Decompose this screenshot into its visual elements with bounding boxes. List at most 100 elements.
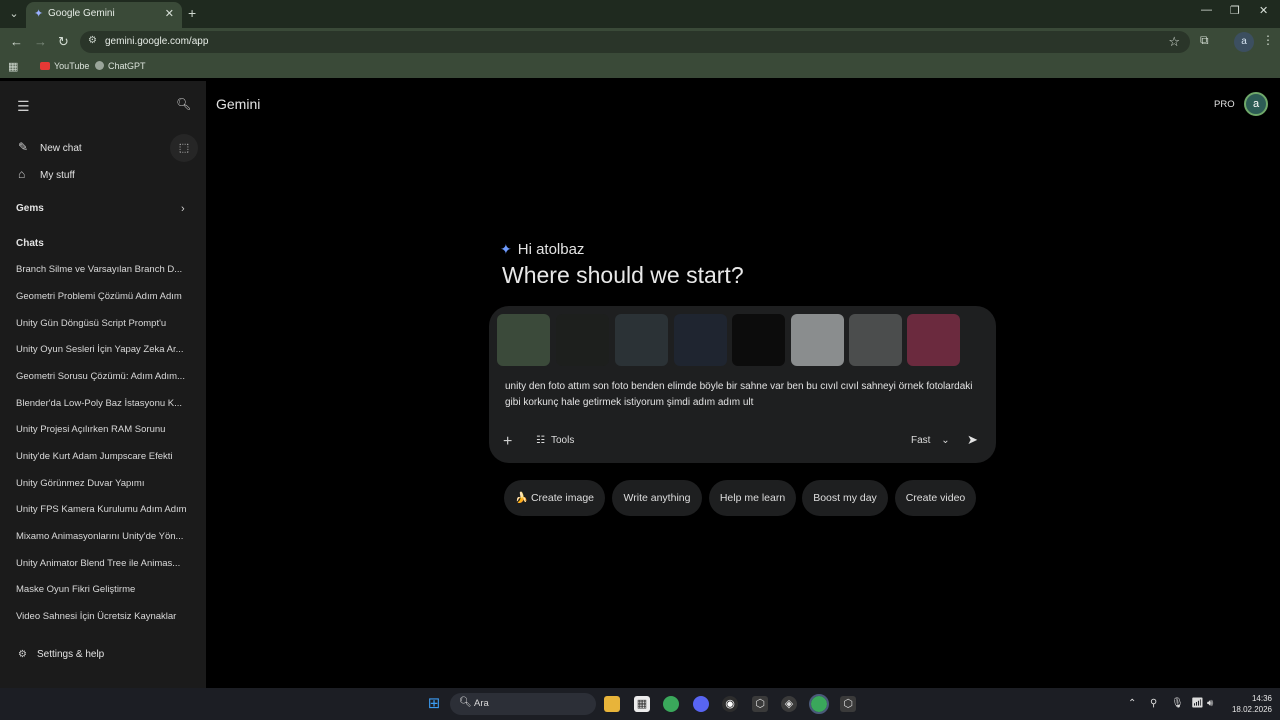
- app-title[interactable]: Gemini: [216, 96, 260, 112]
- settings-label: Settings & help: [36, 649, 105, 660]
- minimize-icon[interactable]: —: [1201, 4, 1212, 16]
- tools-button[interactable]: ☷ Tools: [536, 435, 574, 446]
- windows-taskbar: ⊞ 🔍︎ Ara ▦ ◉ ⬡ ◈ ⬡ ⌃ ⚲ 🎙︎ 📶︎ 🔊︎ 14:36 18…: [0, 688, 1280, 720]
- chip-create-video[interactable]: Create video: [895, 480, 976, 516]
- url-text[interactable]: gemini.google.com/app: [105, 36, 208, 47]
- attachment-thumbnail[interactable]: [791, 314, 844, 366]
- chrome-active-icon[interactable]: [809, 694, 829, 714]
- chat-item[interactable]: Mixamo Animasyonlarını Unity'de Yön...: [16, 530, 192, 544]
- chats-header: Chats: [16, 238, 44, 249]
- tab-search-chevron-icon[interactable]: ⌄: [6, 6, 22, 22]
- chat-item[interactable]: Geometri Sorusu Çözümü: Adım Adım...: [16, 370, 192, 384]
- wifi-icon[interactable]: 📶︎: [1191, 698, 1204, 709]
- send-arrow-icon[interactable]: ➤: [967, 432, 978, 448]
- bookmark-star-icon[interactable]: ☆: [1168, 34, 1180, 50]
- chip-create-image[interactable]: 🍌 Create image: [504, 480, 605, 516]
- model-mode-selector[interactable]: Fast ⌄: [911, 435, 950, 446]
- back-arrow-icon[interactable]: ←: [10, 34, 23, 49]
- omnibox[interactable]: ⚙ gemini.google.com/app ☆: [80, 31, 1190, 53]
- account-avatar[interactable]: a: [1244, 92, 1268, 116]
- chat-item[interactable]: Unity Görünmez Duvar Yapımı: [16, 477, 192, 491]
- site-info-icon[interactable]: ⚙: [88, 35, 97, 46]
- add-attachment-plus-icon[interactable]: +: [503, 433, 512, 451]
- chat-item[interactable]: Unity FPS Kamera Kurulumu Adım Adım: [16, 503, 192, 517]
- bookmark-youtube[interactable]: YouTube: [40, 61, 89, 71]
- chat-item[interactable]: Blender'da Low-Poly Baz İstasyonu K...: [16, 397, 192, 411]
- store-icon[interactable]: ▦: [634, 696, 650, 712]
- gear-icon: ⚙: [18, 649, 27, 660]
- attachment-thumbnail[interactable]: [615, 314, 668, 366]
- browser-tab-strip: ⌄ ✦ Google Gemini ✕ + — ❐ ✕: [0, 0, 1280, 28]
- search-icon[interactable]: 🔍︎: [176, 97, 191, 111]
- gems-section[interactable]: Gems: [16, 203, 44, 214]
- prompt-input[interactable]: unity den foto attım son foto benden eli…: [505, 379, 983, 411]
- attachment-thumbnail[interactable]: [907, 314, 960, 366]
- browser-profile-avatar[interactable]: a: [1234, 32, 1254, 52]
- unity-icon[interactable]: ⬡: [752, 696, 768, 712]
- volume-icon[interactable]: 🔊︎: [1207, 698, 1213, 709]
- forward-arrow-icon[interactable]: →: [34, 34, 47, 49]
- greeting: ✦ Hi atolbaz: [500, 241, 584, 258]
- new-chat-button[interactable]: ✎ New chat: [18, 139, 82, 155]
- chat-item[interactable]: Unity Animator Blend Tree ile Animas...: [16, 557, 192, 571]
- unity-hub-icon[interactable]: ⬡: [840, 696, 856, 712]
- search-icon: 🔍︎: [459, 697, 472, 708]
- attachment-thumbnail[interactable]: [556, 314, 609, 366]
- attachment-thumbnail[interactable]: [849, 314, 902, 366]
- microphone-icon[interactable]: 🎙︎: [1171, 698, 1184, 709]
- github-icon[interactable]: ◉: [722, 696, 738, 712]
- chat-item[interactable]: Unity Gün Döngüsü Script Prompt'u: [16, 317, 192, 331]
- my-stuff-button[interactable]: ⌂ My stuff: [18, 166, 75, 182]
- attachment-thumbnail[interactable]: [674, 314, 727, 366]
- temporary-chat-icon[interactable]: ⬚: [170, 134, 198, 162]
- browser-menu-icon[interactable]: ⋮: [1262, 33, 1274, 47]
- youtube-icon: [40, 62, 50, 70]
- clock-time: 14:36: [1251, 694, 1272, 703]
- restore-icon[interactable]: ❐: [1230, 4, 1240, 17]
- tab-title: Google Gemini: [48, 8, 115, 19]
- my-stuff-label: My stuff: [40, 170, 75, 181]
- chip-help-me-learn[interactable]: Help me learn: [709, 480, 796, 516]
- page-headline: Where should we start?: [502, 262, 744, 288]
- pro-badge[interactable]: PRO: [1214, 99, 1235, 110]
- new-chat-label: New chat: [40, 143, 82, 154]
- chat-item[interactable]: Maske Oyun Fikri Geliştirme: [16, 583, 192, 597]
- settings-help-button[interactable]: ⚙ Settings & help: [18, 649, 104, 660]
- bookmark-chatgpt[interactable]: ChatGPT: [95, 61, 146, 71]
- menu-hamburger-icon[interactable]: ☰: [17, 98, 30, 115]
- bookmarks-bar: ▦ YouTube ChatGPT: [0, 56, 1280, 78]
- chat-item[interactable]: Unity Projesi Açılırken RAM Sorunu: [16, 423, 192, 437]
- chat-item[interactable]: Video Sahnesi İçin Ücretsiz Kaynaklar: [16, 610, 192, 624]
- tools-sliders-icon: ☷: [536, 435, 545, 446]
- chat-item[interactable]: Branch Silme ve Varsayılan Branch D...: [16, 263, 192, 277]
- sidebar: ☰ 🔍︎ ✎ New chat ⬚ ⌂ My stuff Gems › Chats …: [0, 81, 206, 688]
- prompt-composer[interactable]: unity den foto attım son foto benden eli…: [489, 306, 996, 463]
- chip-write-anything[interactable]: Write anything: [612, 480, 702, 516]
- reload-icon[interactable]: ↻: [58, 34, 69, 50]
- apps-grid-icon[interactable]: ▦: [8, 60, 18, 73]
- close-tab-icon[interactable]: ✕: [165, 7, 174, 20]
- attachment-thumbnail[interactable]: [497, 314, 550, 366]
- file-explorer-icon[interactable]: [604, 696, 620, 712]
- chrome-icon[interactable]: [663, 696, 679, 712]
- shapes-icon: ⌂: [18, 167, 26, 181]
- windows-start-icon[interactable]: ⊞: [426, 696, 442, 712]
- chevron-right-icon[interactable]: ›: [181, 203, 185, 215]
- tray-expand-icon[interactable]: ⌃: [1128, 698, 1136, 709]
- browser-tab[interactable]: ✦ Google Gemini ✕: [26, 2, 182, 28]
- mode-label: Fast: [911, 435, 931, 446]
- chat-item[interactable]: Unity'de Kurt Adam Jumpscare Efekti: [16, 450, 192, 464]
- taskbar-search[interactable]: 🔍︎ Ara: [450, 693, 596, 715]
- chat-item[interactable]: Unity Oyun Sesleri İçin Yapay Zeka Ar...: [16, 343, 192, 357]
- extensions-icon[interactable]: ⧉: [1200, 33, 1209, 48]
- app-icon[interactable]: ◈: [781, 696, 797, 712]
- chat-item[interactable]: Geometri Problemi Çözümü Adım Adım: [16, 290, 192, 304]
- close-window-icon[interactable]: ✕: [1259, 4, 1268, 17]
- greeting-text: Hi atolbaz: [517, 241, 585, 258]
- usb-icon[interactable]: ⚲: [1150, 698, 1157, 709]
- taskbar-clock[interactable]: 14:36 18.02.2026: [1226, 693, 1272, 715]
- attachment-thumbnail[interactable]: [732, 314, 785, 366]
- new-tab-plus-icon[interactable]: +: [188, 5, 196, 21]
- chip-boost-my-day[interactable]: Boost my day: [802, 480, 888, 516]
- discord-icon[interactable]: [693, 696, 709, 712]
